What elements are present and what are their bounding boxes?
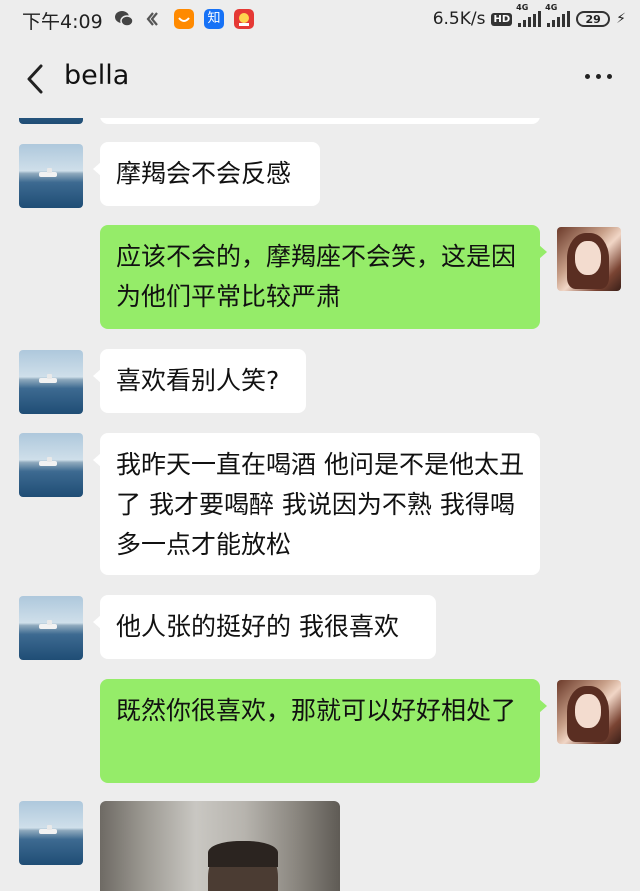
message-text: 喜欢看别人笑?: [116, 366, 280, 395]
battery-icon: 29: [576, 11, 611, 27]
message-bubble[interactable]: 摩羯会不会反感: [93, 142, 320, 206]
chat-title: bella: [64, 60, 130, 91]
chevron-left-icon[interactable]: [22, 62, 52, 96]
image-message[interactable]: [100, 801, 340, 891]
signal-label: 4G: [516, 3, 529, 12]
feed-icon: [144, 9, 164, 29]
news-app-icon: [234, 9, 254, 29]
signal-icon-2: 4G: [545, 3, 571, 27]
message-bubble-sent[interactable]: 应该不会的，摩羯座不会笑，这是因为他们平常比较严肃: [100, 225, 547, 329]
message-bubble-partial[interactable]: [100, 118, 540, 124]
contact-avatar[interactable]: [19, 350, 83, 414]
contact-avatar[interactable]: [19, 144, 83, 208]
message-bubble[interactable]: 喜欢看别人笑?: [93, 349, 306, 413]
my-avatar[interactable]: [557, 680, 621, 744]
signal-label-2: 4G: [545, 3, 558, 12]
wechat-icon: [114, 10, 134, 30]
taobao-icon: [174, 9, 194, 29]
my-avatar[interactable]: [557, 227, 621, 291]
signal-icon: 4G: [516, 3, 542, 27]
hd-icon: HD: [491, 12, 513, 26]
message-text: 应该不会的，摩羯座不会笑，这是因为他们平常比较严肃: [116, 242, 517, 311]
status-time: 下午4:09: [22, 11, 103, 33]
charging-icon: ⚡: [616, 11, 626, 27]
contact-avatar[interactable]: [19, 433, 83, 497]
status-right: 6.5K/s HD 4G 4G 29 ⚡: [432, 3, 626, 31]
chat-header: bella: [0, 38, 640, 118]
contact-avatar[interactable]: [19, 596, 83, 660]
contact-avatar[interactable]: [19, 118, 83, 124]
message-text: 既然你很喜欢，那就可以好好相处了: [116, 696, 517, 725]
status-bar: 下午4:09 知 6.5K/s HD 4G 4G 29 ⚡: [0, 0, 640, 38]
message-text: 我昨天一直在喝酒 他问是不是他太丑了 我才要喝醉 我说因为不熟 我得喝多一点才能…: [116, 450, 524, 559]
message-list[interactable]: 摩羯会不会反感 应该不会的，摩羯座不会笑，这是因为他们平常比较严肃 喜欢看别人笑…: [0, 118, 640, 891]
zhihu-icon: 知: [204, 9, 224, 29]
message-bubble[interactable]: 我昨天一直在喝酒 他问是不是他太丑了 我才要喝醉 我说因为不熟 我得喝多一点才能…: [93, 433, 540, 575]
contact-avatar[interactable]: [19, 801, 83, 865]
battery-level: 29: [585, 12, 601, 26]
network-speed: 6.5K/s: [432, 9, 486, 29]
message-text: 他人张的挺好的 我很喜欢: [116, 612, 399, 641]
message-text: 摩羯会不会反感: [116, 159, 292, 188]
message-bubble[interactable]: 他人张的挺好的 我很喜欢: [93, 595, 436, 659]
more-dots-icon[interactable]: [585, 74, 612, 79]
message-bubble-sent[interactable]: 既然你很喜欢，那就可以好好相处了: [100, 679, 547, 783]
